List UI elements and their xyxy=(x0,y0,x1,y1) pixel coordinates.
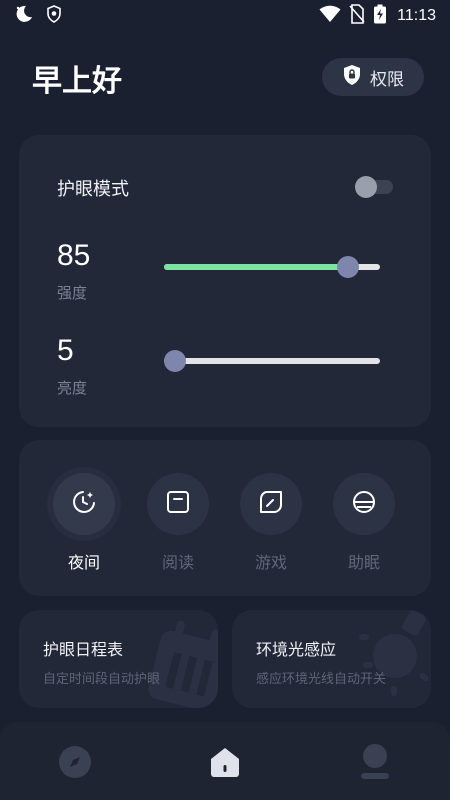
intensity-slider[interactable] xyxy=(164,255,380,279)
eye-care-toggle[interactable] xyxy=(355,176,395,198)
eye-care-title: 护眼模式 xyxy=(57,179,129,200)
permissions-button[interactable]: 权限 xyxy=(322,58,424,96)
mode-label: 阅读 xyxy=(161,553,194,572)
intensity-label: 强度 xyxy=(57,284,88,302)
no-sim-icon xyxy=(349,4,365,28)
calendar-icon xyxy=(148,620,218,708)
mode-label: 游戏 xyxy=(254,553,287,572)
nav-discover[interactable] xyxy=(53,742,97,786)
leaf-icon xyxy=(258,489,284,519)
schedule-subtitle: 自定时间段自动护眼 xyxy=(43,672,161,687)
home-icon xyxy=(207,744,243,784)
brightness-label: 亮度 xyxy=(57,379,88,397)
book-icon xyxy=(165,489,191,519)
toggle-knob xyxy=(355,176,377,198)
mode-night[interactable]: 夜间 xyxy=(44,473,124,573)
schedule-card[interactable]: 护眼日程表 自定时间段自动护眼 xyxy=(19,610,218,708)
mode-label: 夜间 xyxy=(67,553,100,572)
brightness-value: 5 xyxy=(57,334,74,367)
shield-lock-icon xyxy=(342,64,362,91)
mode-gaming[interactable]: 游戏 xyxy=(231,473,311,573)
schedule-title: 护眼日程表 xyxy=(43,640,124,659)
ambient-light-title: 环境光感应 xyxy=(256,640,337,659)
slider-thumb[interactable] xyxy=(336,256,359,278)
clock: 11:13 xyxy=(397,7,436,24)
ambient-light-subtitle: 感应环境光线自动开关 xyxy=(256,672,387,687)
nav-profile[interactable] xyxy=(353,742,397,786)
brightness-slider[interactable] xyxy=(164,349,380,373)
slider-thumb[interactable] xyxy=(164,350,186,372)
compass-icon xyxy=(58,745,92,783)
shield-icon xyxy=(46,5,62,27)
light-sensor-icon xyxy=(359,610,429,696)
slider-rail xyxy=(164,358,380,364)
permissions-label: 权限 xyxy=(370,69,404,90)
moon-icon xyxy=(14,4,34,28)
eye-care-card: 护眼模式 85 强度 5 亮度 xyxy=(19,135,431,427)
greeting-title: 早上好 xyxy=(32,64,122,99)
slider-fill xyxy=(164,264,348,270)
bottom-navigation xyxy=(0,722,450,800)
mode-reading[interactable]: 阅读 xyxy=(138,473,218,573)
modes-card: 夜间 阅读 游戏 助眠 xyxy=(19,440,431,596)
profile-icon xyxy=(358,743,392,785)
mode-sleep[interactable]: 助眠 xyxy=(324,473,404,573)
mode-label: 助眠 xyxy=(347,553,380,572)
battery-charging-icon xyxy=(373,4,387,28)
status-bar: 11:13 xyxy=(0,0,450,32)
sunset-icon xyxy=(351,489,377,519)
wifi-icon xyxy=(319,5,341,27)
moon-clock-icon xyxy=(71,489,97,519)
nav-home[interactable] xyxy=(203,742,247,786)
ambient-light-card[interactable]: 环境光感应 感应环境光线自动开关 xyxy=(232,610,431,708)
intensity-value: 85 xyxy=(57,239,91,272)
